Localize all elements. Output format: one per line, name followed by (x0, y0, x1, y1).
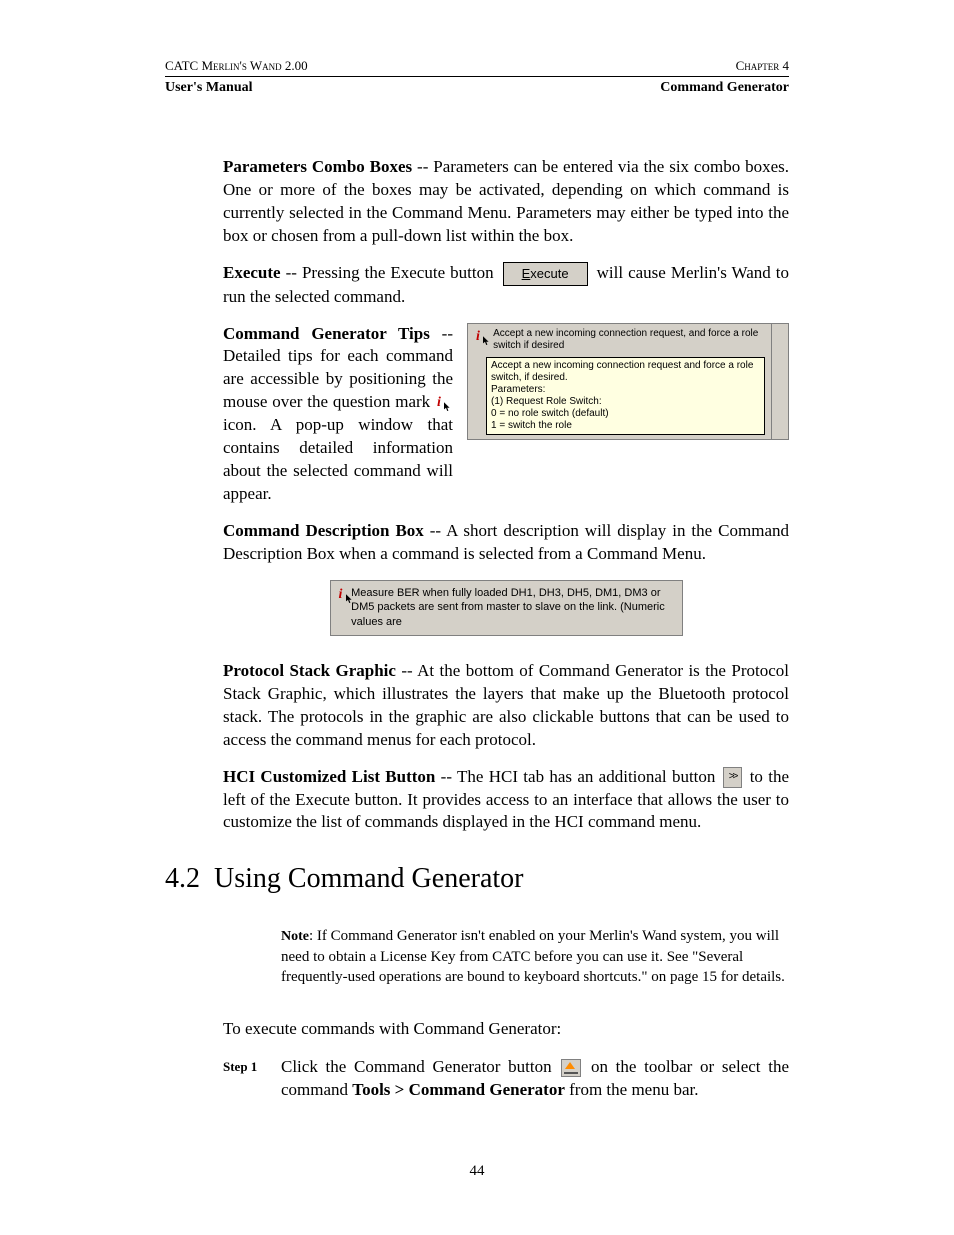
para-tips: Command Generator Tips -- Detailed tips … (223, 323, 453, 507)
header-left: User's Manual (165, 80, 253, 96)
header-right: Command Generator (660, 80, 789, 96)
section-num: 4.2 (165, 863, 200, 894)
info-icon: i (476, 328, 487, 346)
para-tips-after: icon. A pop-up window that contains deta… (223, 415, 453, 503)
para-combo-label: Parameters Combo Boxes (223, 157, 412, 176)
para-tips-label: Command Generator Tips (223, 324, 430, 343)
scrollbar[interactable] (771, 324, 788, 439)
step-1-before: Click the Command Generator button (281, 1057, 559, 1076)
header-top: CATC Merlin's Wand 2.00 Chapter 4 (165, 58, 789, 74)
command-generator-icon[interactable] (561, 1059, 581, 1077)
info-icon[interactable]: i (437, 394, 451, 413)
para-combo: Parameters Combo Boxes -- Parameters can… (223, 156, 789, 248)
para-hci-label: HCI Customized List Button (223, 767, 435, 786)
para-hci-before: -- The HCI tab has an additional button (435, 767, 720, 786)
para-execute-before: -- Pressing the Execute button (281, 263, 499, 282)
note: Note: If Command Generator isn't enabled… (281, 926, 789, 987)
info-icon[interactable]: i (339, 586, 346, 604)
header-rule (165, 76, 789, 77)
tooltip-body: Accept a new incoming connection request… (486, 357, 765, 435)
tooltip-title: Accept a new incoming connection request… (493, 328, 763, 353)
tooltip-screenshot: i Accept a new incoming connection reque… (467, 323, 789, 507)
step-1: Step 1 Click the Command Generator butto… (223, 1055, 789, 1103)
page-number: 44 (0, 1163, 954, 1180)
para-execute: Execute -- Pressing the Execute button E… (223, 262, 789, 309)
description-box-text: Measure BER when fully loaded DH1, DH3, … (351, 586, 673, 629)
para-cmddesc: Command Description Box -- A short descr… (223, 520, 789, 566)
para-proto-label: Protocol Stack Graphic (223, 661, 396, 680)
section-heading: 4.2 Using Command Generator (165, 860, 789, 898)
double-arrow-button[interactable]: >> (723, 767, 743, 788)
para-cmddesc-label: Command Description Box (223, 521, 424, 540)
note-label: Note (281, 929, 309, 944)
header-product: CATC Merlin's Wand 2.00 (165, 58, 308, 74)
header-chapter: Chapter 4 (736, 58, 789, 74)
intro-line: To execute commands with Command Generat… (223, 1018, 789, 1041)
step-1-after: from the menu bar. (565, 1080, 699, 1099)
para-proto: Protocol Stack Graphic -- At the bottom … (223, 660, 789, 752)
execute-button[interactable]: Execute (503, 262, 588, 286)
section-title: Using Command Generator (214, 863, 524, 894)
para-execute-label: Execute (223, 263, 281, 282)
description-box: i Measure BER when fully loaded DH1, DH3… (330, 580, 683, 636)
step-1-label: Step 1 (223, 1055, 269, 1076)
header-bottom: User's Manual Command Generator (165, 80, 789, 96)
para-hci: HCI Customized List Button -- The HCI ta… (223, 766, 789, 835)
step-1-menu: Tools > Command Generator (352, 1080, 565, 1099)
note-text: : If Command Generator isn't enabled on … (281, 928, 785, 985)
